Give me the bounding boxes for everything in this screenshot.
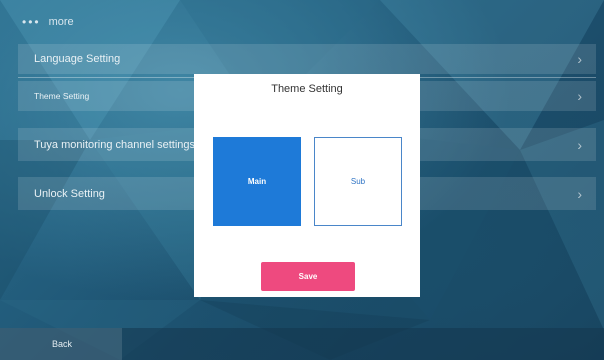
theme-setting-dialog: Theme Setting Main Sub Save	[194, 74, 420, 297]
dialog-title: Theme Setting	[271, 83, 343, 95]
header-title: more	[48, 16, 74, 28]
header: ••• more	[0, 0, 604, 44]
row-label: Unlock Setting	[34, 187, 105, 200]
screen: ••• more Language Setting › Theme Settin…	[0, 0, 604, 360]
row-label: Tuya monitoring channel settings	[34, 138, 196, 151]
row-label: Theme Setting	[34, 91, 90, 101]
chevron-right-icon: ›	[577, 51, 582, 67]
chevron-right-icon: ›	[577, 185, 582, 202]
row-language-setting[interactable]: Language Setting ›	[18, 44, 596, 74]
more-dots-icon[interactable]: •••	[22, 15, 41, 29]
back-button[interactable]: Back	[0, 328, 122, 360]
row-label: Language Setting	[34, 53, 121, 65]
theme-option-sub[interactable]: Sub	[314, 137, 402, 226]
theme-option-main[interactable]: Main	[213, 137, 301, 226]
save-button[interactable]: Save	[261, 262, 355, 291]
chevron-right-icon: ›	[577, 88, 582, 104]
chevron-right-icon: ›	[577, 136, 582, 153]
